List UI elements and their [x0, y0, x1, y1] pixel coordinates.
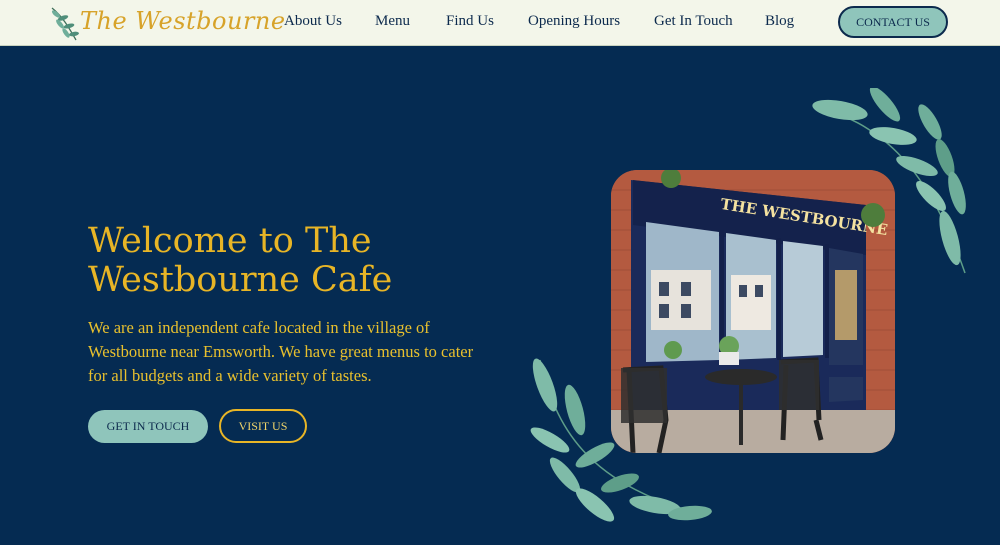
contact-us-button[interactable]: CONTACT US — [838, 6, 948, 38]
nav-find-us[interactable]: Find Us — [446, 13, 494, 30]
hero-title: Welcome to The Westbourne Cafe — [88, 221, 393, 300]
hero-description: We are an independent cafe located in th… — [88, 318, 474, 385]
nav-menu[interactable]: Menu — [375, 13, 410, 30]
site-header: The Westbourne About Us Menu Find Us Ope… — [0, 0, 1000, 46]
site-logo[interactable]: The Westbourne — [48, 4, 285, 42]
leaf-sprig-icon — [51, 7, 79, 41]
cafe-storefront-photo: THE WESTBOURNE — [611, 170, 895, 453]
logo-text: The Westbourne — [80, 7, 286, 35]
nav-blog[interactable]: Blog — [765, 13, 794, 30]
visit-us-button[interactable]: VISIT US — [219, 409, 307, 443]
nav-opening-hours[interactable]: Opening Hours — [528, 13, 620, 30]
nav-about-us[interactable]: About Us — [284, 13, 342, 30]
nav-get-in-touch[interactable]: Get In Touch — [654, 13, 733, 30]
get-in-touch-button[interactable]: GET IN TOUCH — [88, 410, 208, 443]
